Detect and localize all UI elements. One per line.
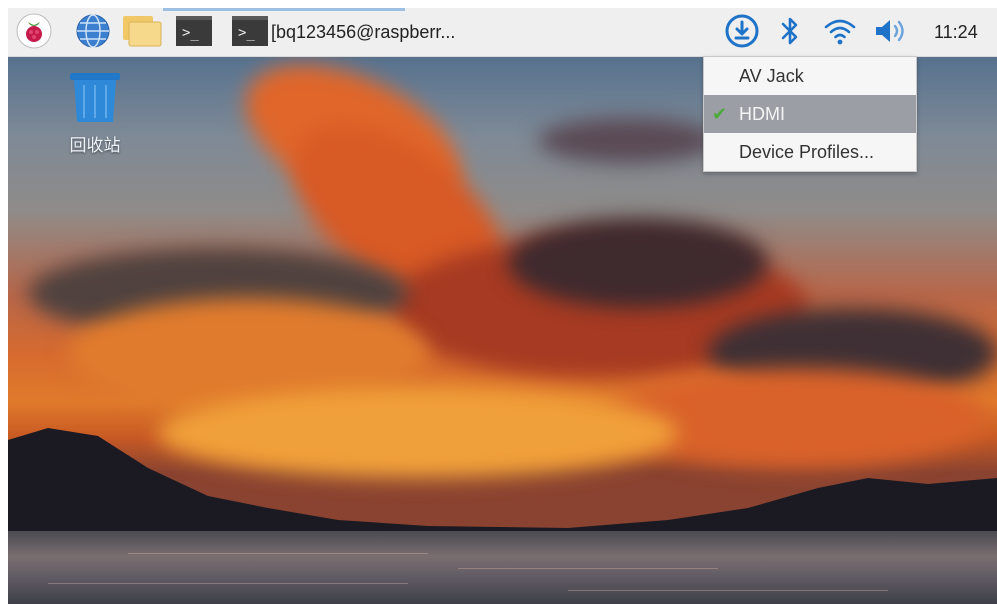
terminal-icon: >_: [232, 16, 268, 46]
menu-item-hdmi[interactable]: ✔ HDMI: [704, 95, 916, 133]
top-panel: >_ >_ [bq123456@raspberr... 11:24: [8, 8, 997, 57]
wifi-icon: [824, 19, 856, 45]
terminal-prompt-glyph: >_: [182, 25, 199, 41]
terminal-launcher-button[interactable]: >_: [174, 14, 214, 48]
desktop-trash[interactable]: 回收站: [58, 70, 132, 156]
wifi-button[interactable]: [822, 14, 858, 48]
web-browser-icon: [76, 14, 110, 48]
terminal-icon: >_: [176, 16, 212, 46]
water-ripple: [458, 568, 718, 569]
check-icon: ✔: [712, 104, 728, 124]
updater-button[interactable]: [724, 14, 760, 48]
raspberry-menu-icon: [16, 13, 52, 49]
menu-item-device-profiles[interactable]: Device Profiles...: [704, 133, 916, 171]
file-manager-icon: [123, 16, 162, 47]
file-manager-button[interactable]: [120, 14, 164, 48]
bluetooth-button[interactable]: [776, 14, 804, 48]
trash-icon: [70, 73, 120, 122]
water-ripple: [128, 553, 428, 554]
download-update-icon: [725, 14, 759, 48]
terminal-task-button[interactable]: >_: [230, 14, 270, 48]
menu-item-label: Device Profiles...: [739, 142, 875, 162]
terminal-task-label[interactable]: [bq123456@raspberr...: [271, 22, 455, 43]
terminal-prompt-glyph: >_: [238, 25, 255, 41]
raspberry-menu-button[interactable]: [14, 13, 54, 49]
menu-item-av-jack[interactable]: AV Jack: [704, 57, 916, 95]
menu-item-label: HDMI: [739, 104, 785, 124]
water-ripple: [568, 590, 888, 591]
audio-output-menu: AV Jack ✔ HDMI Device Profiles...: [703, 56, 917, 172]
volume-button[interactable]: [872, 14, 912, 48]
menu-item-label: AV Jack: [739, 66, 804, 86]
panel-accent-line: [163, 8, 405, 11]
trash-label: 回收站: [69, 136, 121, 155]
panel-clock[interactable]: 11:24: [934, 22, 978, 43]
bluetooth-icon: [781, 17, 798, 45]
web-browser-button[interactable]: [74, 14, 112, 48]
volume-icon: [876, 20, 904, 42]
desktop: >_ >_ [bq123456@raspberr... 11:24 回收站 AV…: [8, 8, 997, 604]
water-ripple: [48, 583, 408, 584]
